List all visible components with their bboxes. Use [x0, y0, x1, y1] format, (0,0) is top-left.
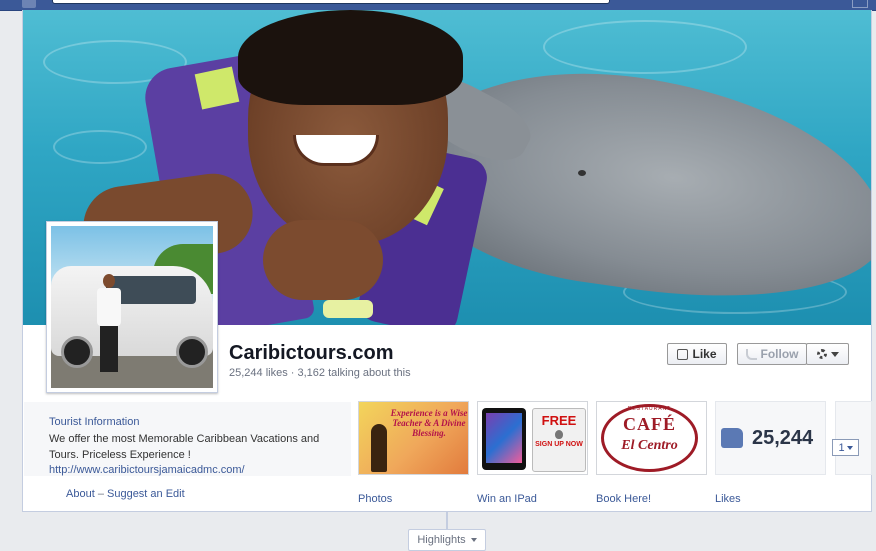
likes-count: 25,244 — [752, 427, 814, 449]
rss-icon — [745, 348, 757, 360]
boy-hair — [238, 10, 463, 105]
driver-shirt — [97, 288, 121, 326]
app-tile-book-here[interactable]: RESTAURANT CAFÉ El Centro — [596, 401, 707, 475]
search-input[interactable] — [52, 0, 610, 4]
page-description: We offer the most Memorable Caribbean Va… — [49, 433, 320, 461]
link-separator: – — [97, 488, 104, 500]
more-apps-tile — [835, 401, 872, 475]
like-button[interactable]: Like — [667, 343, 727, 365]
dolphin-eye — [578, 170, 586, 176]
profile-picture-image — [51, 226, 213, 388]
settings-dropdown-button[interactable] — [806, 343, 849, 365]
woman-silhouette — [371, 424, 387, 472]
water-ripple — [53, 130, 147, 164]
chevron-down-icon — [830, 351, 839, 357]
photo-quote: Experience is a Wise Teacher & A Divine … — [390, 408, 468, 438]
page-website-link[interactable]: http://www.caribictoursjamaicadmc.com/ — [49, 464, 245, 476]
account-menu-icon[interactable] — [852, 0, 868, 8]
profile-driver — [97, 274, 121, 374]
app-label-likes[interactable]: Likes — [715, 493, 741, 505]
vest-reflector — [194, 66, 240, 110]
apple-logo-icon — [555, 430, 563, 439]
more-apps-count: 1 — [838, 441, 845, 454]
page-title[interactable]: Caribictours.com — [229, 342, 393, 365]
water-ripple — [543, 20, 747, 74]
profile-van-wheel — [176, 336, 208, 368]
free-text: FREE — [541, 413, 577, 428]
facebook-logo-icon[interactable] — [22, 0, 36, 8]
suggest-edit-link[interactable]: Suggest an Edit — [107, 488, 185, 500]
chevron-down-icon — [470, 538, 477, 542]
app-label-win-ipad[interactable]: Win an IPad — [477, 493, 537, 505]
driver-pants — [100, 326, 118, 372]
page-timeline-header: Caribictours.com 25,244 likes · 3,162 ta… — [22, 10, 872, 512]
cafe-restaurant-text: RESTAURANT — [627, 406, 672, 412]
about-link[interactable]: About — [66, 488, 95, 500]
app-label-photos[interactable]: Photos — [358, 493, 392, 505]
follow-button[interactable]: Follow — [737, 343, 807, 365]
page-category[interactable]: Tourist Information — [49, 416, 139, 428]
app-tile-photos[interactable]: Experience is a Wise Teacher & A Divine … — [358, 401, 469, 475]
like-button-label: Like — [692, 347, 717, 361]
page-stats: 25,244 likes · 3,162 talking about this — [229, 367, 411, 379]
cafe-logo-text: CAFÉ — [623, 414, 676, 434]
highlights-dropdown[interactable]: Highlights — [408, 529, 486, 551]
profile-picture[interactable] — [46, 221, 218, 393]
cafe-el-centro-text: El Centro — [621, 438, 678, 453]
app-tile-likes[interactable]: 25,244 — [715, 401, 826, 475]
timeline-spine — [446, 512, 448, 530]
about-links: About – Suggest an Edit — [66, 488, 185, 500]
follow-button-label: Follow — [760, 347, 799, 361]
ipad-image — [482, 408, 526, 470]
boy-hand — [263, 220, 383, 300]
wristband — [323, 300, 373, 318]
thumbs-up-icon — [677, 348, 689, 360]
highlights-label: Highlights — [417, 534, 466, 546]
free-badge: FREE SIGN UP NOW — [532, 408, 586, 472]
gear-icon — [816, 349, 827, 359]
signup-text: SIGN UP NOW — [535, 441, 583, 448]
more-apps-button[interactable]: 1 — [832, 439, 859, 456]
profile-van-wheel — [61, 336, 93, 368]
thumbs-up-icon — [721, 428, 743, 448]
ipad-screen — [486, 413, 522, 463]
chevron-down-icon — [846, 445, 853, 450]
driver-head — [103, 274, 115, 288]
app-tile-win-ipad[interactable]: FREE SIGN UP NOW — [477, 401, 588, 475]
app-label-book-here[interactable]: Book Here! — [596, 493, 651, 505]
